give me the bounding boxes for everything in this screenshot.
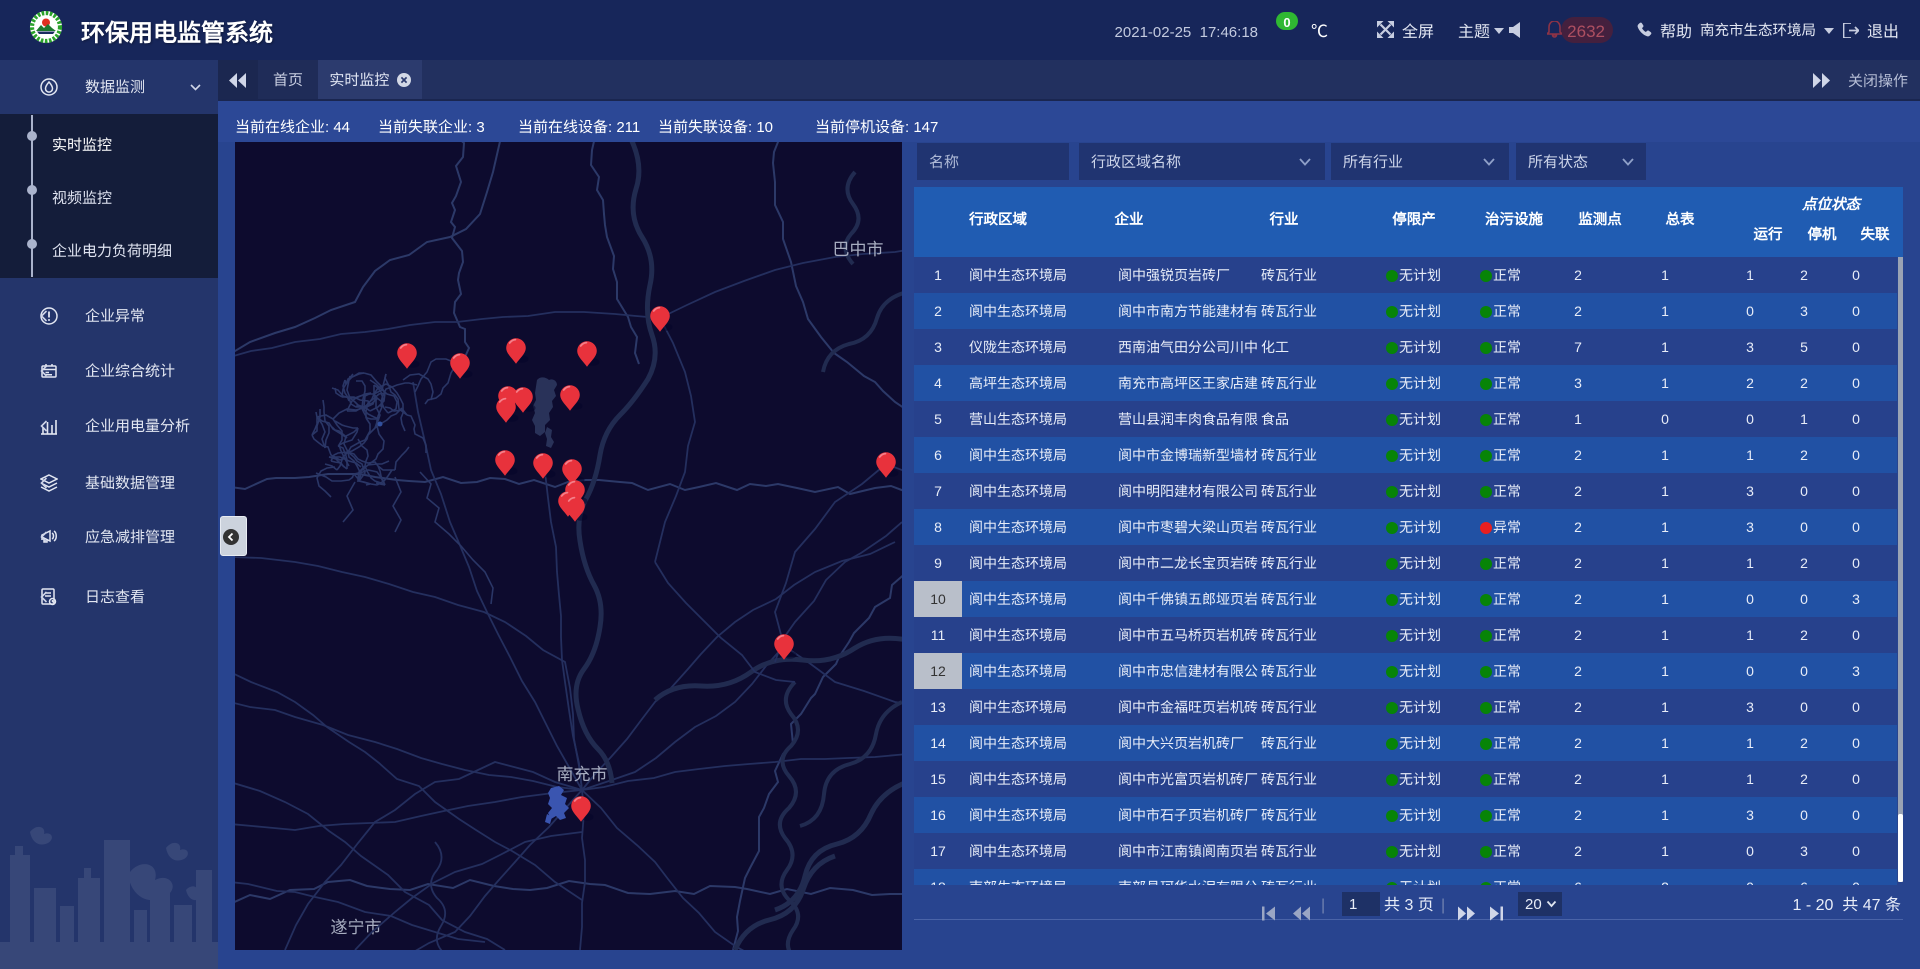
svg-text:巴中市: 巴中市	[833, 235, 884, 260]
svg-text:南充市: 南充市	[557, 760, 608, 785]
svg-text:遂宁市: 遂宁市	[331, 913, 382, 938]
